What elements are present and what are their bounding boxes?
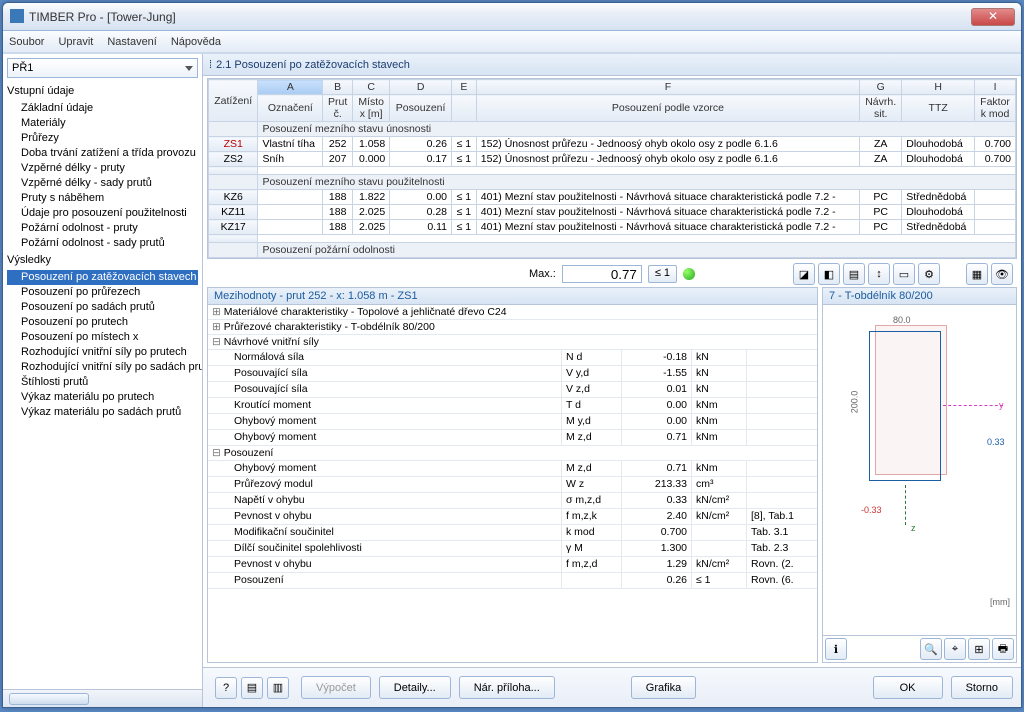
tree-item[interactable]: Materiály	[7, 116, 198, 131]
tree-item[interactable]: Výkaz materiálu po prutech	[7, 390, 198, 405]
tree-item[interactable]: Posouzení po průřezech	[7, 285, 198, 300]
max-le: ≤ 1	[648, 265, 677, 283]
excel-icon[interactable]: ▤	[241, 677, 263, 699]
annex-button[interactable]: Nár. příloha...	[459, 676, 555, 699]
tree-item[interactable]: Posouzení po prutech	[7, 315, 198, 330]
detail-row: Ohybový momentM z,d0.71kNm	[208, 430, 817, 446]
detail-title: Mezihodnoty - prut 252 - x: 1.058 m - ZS…	[208, 288, 817, 305]
max-value-input[interactable]	[562, 265, 642, 283]
app-icon	[10, 9, 24, 23]
sort-icon[interactable]: ↕	[868, 263, 890, 285]
tree-item[interactable]: Průřezy	[7, 131, 198, 146]
tree-item[interactable]: Doba trvání zatížení a třída provozu	[7, 146, 198, 161]
case-selector[interactable]: PŘ1	[7, 58, 198, 78]
help-icon[interactable]: ?	[215, 677, 237, 699]
detail-row: Ohybový momentM z,d0.71kNm	[208, 461, 817, 477]
graphics-button[interactable]: Grafika	[631, 676, 696, 699]
close-button[interactable]: ✕	[971, 8, 1015, 26]
menu-edit[interactable]: Upravit	[58, 36, 93, 48]
detail-row: Posouvající sílaV z,d0.01kN	[208, 382, 817, 398]
tree-item[interactable]: Posouzení po místech x	[7, 330, 198, 345]
tree-item[interactable]: Výkaz materiálu po sadách prutů	[7, 405, 198, 420]
tree-item[interactable]: Požární odolnost - pruty	[7, 221, 198, 236]
cancel-button[interactable]: Storno	[951, 676, 1013, 699]
zoom-icon[interactable]: 🔍	[920, 638, 942, 660]
tree-item[interactable]: Posouzení po sadách prutů	[7, 300, 198, 315]
filter-icon[interactable]: ◪	[793, 263, 815, 285]
preview-title: 7 - T-obdélník 80/200	[823, 288, 1016, 305]
detail-row: Ohybový momentM y,d0.00kNm	[208, 414, 817, 430]
tree-group-results[interactable]: Výsledky	[7, 251, 198, 270]
nav-tree[interactable]: Vstupní údaje Základní údajeMateriályPrů…	[3, 82, 202, 689]
detail-row: Posouvající sílaV y,d-1.55kN	[208, 366, 817, 382]
calc-button[interactable]: Výpočet	[301, 676, 371, 699]
chevron-down-icon	[185, 66, 193, 71]
view1-icon[interactable]: ▦	[966, 263, 988, 285]
detail-row: Pevnost v ohybuf m,z,k2.40kN/cm²[8], Tab…	[208, 509, 817, 525]
info-icon[interactable]: ℹ	[825, 638, 847, 660]
detail-group[interactable]: Průřezové charakteristiky - T-obdélník 8…	[208, 320, 817, 335]
tree-item[interactable]: Vzpěrné délky - sady prutů	[7, 176, 198, 191]
menu-help[interactable]: Nápověda	[171, 36, 221, 48]
ok-button[interactable]: OK	[873, 676, 943, 699]
tree-item[interactable]: Rozhodující vnitřní síly po sadách prut	[7, 360, 198, 375]
section-preview: y z 80.0 200.0 0.33 -0.33 [mm]	[823, 305, 1016, 635]
dims-icon[interactable]: ⊞	[968, 638, 990, 660]
tree-group-input[interactable]: Vstupní údaje	[7, 82, 198, 101]
print-icon[interactable]: 🖶	[992, 638, 1014, 660]
detail-row: Průřezový modulW z213.33cm³	[208, 477, 817, 493]
detail-list[interactable]: Materiálové charakteristiky - Topolové a…	[208, 305, 817, 662]
tree-item[interactable]: Údaje pro posouzení použitelnosti	[7, 206, 198, 221]
tree-item[interactable]: Štíhlosti prutů	[7, 375, 198, 390]
relation-icon[interactable]: ▤	[843, 263, 865, 285]
tree-item[interactable]: Vzpěrné délky - pruty	[7, 161, 198, 176]
window-title: TIMBER Pro - [Tower-Jung]	[9, 10, 968, 24]
tree-item[interactable]: Požární odolnost - sady prutů	[7, 236, 198, 251]
detail-row: Posouzení0.26≤ 1Rovn. (6.	[208, 573, 817, 589]
detail-row: Normálová sílaN d-0.18kN	[208, 350, 817, 366]
results-grid[interactable]: ZatíženíABCDEFGHIOznačeníPrutč.Místox [m…	[207, 78, 1017, 259]
detail-row: Modifikační součinitelk mod0.700Tab. 3.1	[208, 525, 817, 541]
eye-icon[interactable]: 👁	[991, 263, 1013, 285]
tree-item[interactable]: Pruty s náběhem	[7, 191, 198, 206]
detail-group[interactable]: Posouzení	[208, 446, 817, 461]
menu-bar: Soubor Upravit Nastavení Nápověda	[3, 31, 1021, 53]
tree-hscroll[interactable]	[3, 689, 202, 707]
detail-row: Napětí v ohybuσ m,z,d0.33kN/cm²	[208, 493, 817, 509]
menu-settings[interactable]: Nastavení	[107, 36, 157, 48]
color-icon[interactable]: ◧	[818, 263, 840, 285]
export-icon[interactable]: ▥	[267, 677, 289, 699]
detail-row: Kroutící momentT d0.00kNm	[208, 398, 817, 414]
detail-group[interactable]: Materiálové charakteristiky - Topolové a…	[208, 305, 817, 320]
pane-title: ⁞ 2.1 Posouzení po zatěžovacích stavech	[203, 54, 1021, 76]
detail-row: Pevnost v ohybuf m,z,d1.29kN/cm²Rovn. (2…	[208, 557, 817, 573]
tree-item[interactable]: Posouzení po zatěžovacích stavech	[7, 270, 198, 285]
detail-row: Dílčí součinitel spolehlivostiγ M1.300Ta…	[208, 541, 817, 557]
max-label: Max.:	[529, 268, 556, 280]
check-ok-icon	[683, 268, 695, 280]
tree-item[interactable]: Rozhodující vnitřní síly po prutech	[7, 345, 198, 360]
axes-icon[interactable]: ⌖	[944, 638, 966, 660]
select-icon[interactable]: ▭	[893, 263, 915, 285]
settings-icon[interactable]: ⚙	[918, 263, 940, 285]
details-button[interactable]: Detaily...	[379, 676, 451, 699]
menu-file[interactable]: Soubor	[9, 36, 44, 48]
tree-item[interactable]: Základní údaje	[7, 101, 198, 116]
case-selector-value: PŘ1	[12, 62, 33, 74]
detail-group[interactable]: Návrhové vnitřní síly	[208, 335, 817, 350]
